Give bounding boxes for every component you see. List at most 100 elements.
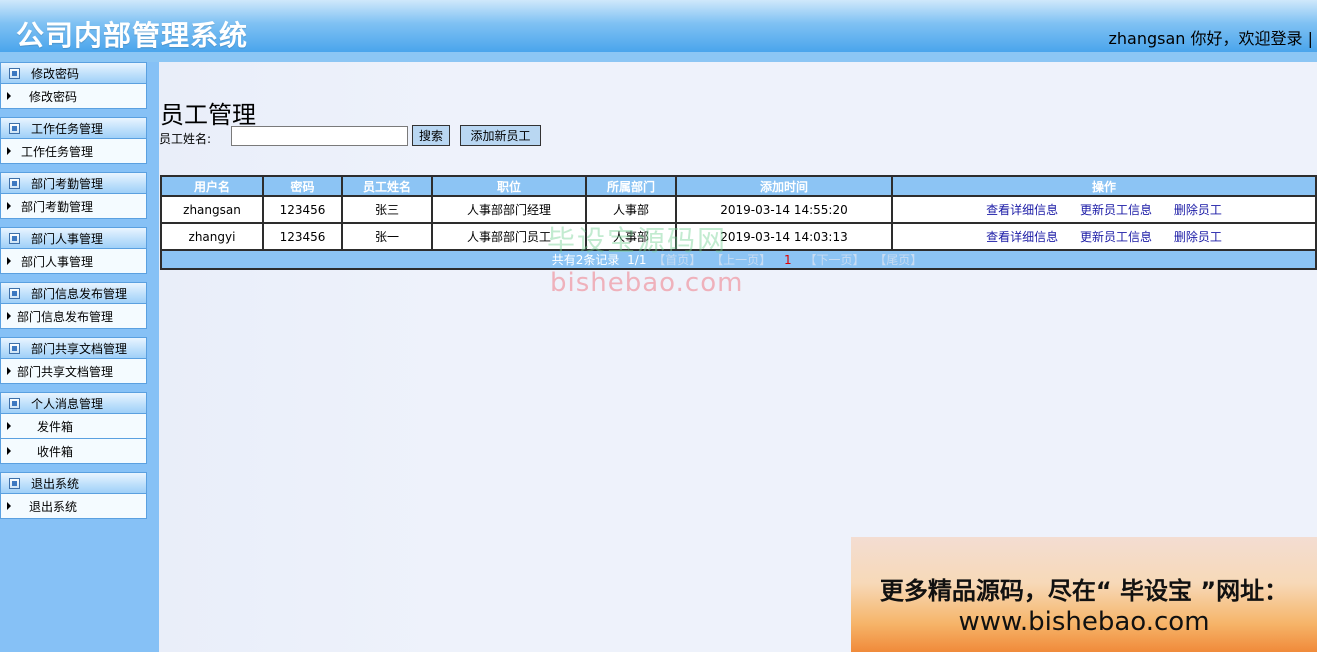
sidebar-item-attendance[interactable]: 部门考勤管理 — [0, 194, 147, 219]
cell-actions: 查看详细信息 更新员工信息 删除员工 — [891, 222, 1317, 251]
menu-header-messages[interactable]: 个人消息管理 — [0, 392, 147, 414]
sidebar-item-label: 收件箱 — [37, 444, 74, 459]
sidebar-item-label: 修改密码 — [29, 89, 78, 104]
next-page-link[interactable]: 【下一页】 — [804, 253, 864, 267]
menu-header-label: 退出系统 — [31, 476, 80, 491]
bullet-arrow-icon — [7, 422, 11, 430]
sidebar-item-info-publish[interactable]: 部门信息发布管理 — [0, 304, 147, 329]
view-details-link[interactable]: 查看详细信息 — [986, 203, 1058, 217]
menu-header-label: 工作任务管理 — [31, 121, 104, 136]
search-button[interactable]: 搜索 — [412, 125, 450, 146]
column-header-username: 用户名 — [160, 175, 264, 197]
bullet-arrow-icon — [7, 447, 11, 455]
watermark-en: bishebao.com — [550, 268, 744, 298]
cell-username: zhangsan — [160, 195, 264, 224]
sidebar-item-outbox[interactable]: 发件箱 — [0, 414, 147, 439]
watermark-cn: 毕设宝源码网 — [547, 224, 728, 257]
pager: 共有2条记录 1/1 【首页】 【上一页】 1 【下一页】 【尾页】 — [160, 249, 1317, 270]
sidebar-item-label: 发件箱 — [37, 419, 74, 434]
menu-header-work-tasks[interactable]: 工作任务管理 — [0, 117, 147, 139]
app-header: 公司内部管理系统 zhangsan 你好，欢迎登录 | — [0, 0, 1317, 52]
header-divider — [0, 52, 1317, 62]
bullet-arrow-icon — [7, 367, 11, 375]
menu-box-icon — [9, 67, 20, 79]
column-header-actions: 操作 — [891, 175, 1317, 197]
update-employee-link[interactable]: 更新员工信息 — [1080, 203, 1152, 217]
current-page-number: 1 — [783, 253, 792, 267]
cell-username: zhangyi — [160, 222, 264, 251]
sidebar-item-logout[interactable]: 退出系统 — [0, 494, 147, 519]
sidebar-item-label: 部门共享文档管理 — [17, 364, 114, 379]
menu-header-shared-docs[interactable]: 部门共享文档管理 — [0, 337, 147, 359]
sidebar-item-label: 部门考勤管理 — [21, 199, 94, 214]
ad-banner: 更多精品源码，尽在“ 毕设宝 ”网址： www.bishebao.com — [851, 537, 1317, 652]
bullet-arrow-icon — [7, 202, 11, 210]
ad-banner-url: www.bishebao.com — [958, 607, 1210, 637]
bullet-arrow-icon — [7, 502, 11, 510]
menu-header-label: 部门信息发布管理 — [31, 286, 128, 301]
search-label: 员工姓名: — [159, 132, 212, 146]
menu-header-logout[interactable]: 退出系统 — [0, 472, 147, 494]
sidebar-item-work-tasks[interactable]: 工作任务管理 — [0, 139, 147, 164]
bullet-arrow-icon — [7, 257, 11, 265]
menu-box-icon — [9, 342, 20, 354]
cell-employee-name: 张一 — [341, 222, 433, 251]
menu-header-info-publish[interactable]: 部门信息发布管理 — [0, 282, 147, 304]
sidebar-item-label: 工作任务管理 — [21, 144, 94, 159]
menu-box-icon — [9, 232, 20, 244]
cell-password: 123456 — [262, 195, 343, 224]
bullet-arrow-icon — [7, 312, 11, 320]
menu-group-work-tasks: 工作任务管理 工作任务管理 — [0, 117, 147, 164]
sidebar-item-personnel[interactable]: 部门人事管理 — [0, 249, 147, 274]
cell-employee-name: 张三 — [341, 195, 433, 224]
column-header-position: 职位 — [431, 175, 587, 197]
last-page-link[interactable]: 【尾页】 — [874, 253, 922, 267]
page-title: 员工管理 — [160, 101, 256, 129]
cell-password: 123456 — [262, 222, 343, 251]
sidebar-item-label: 退出系统 — [29, 499, 78, 514]
menu-box-icon — [9, 122, 20, 134]
menu-header-label: 个人消息管理 — [31, 396, 104, 411]
bullet-arrow-icon — [7, 147, 11, 155]
pager-row: 共有2条记录 1/1 【首页】 【上一页】 1 【下一页】 【尾页】 — [160, 249, 1317, 270]
employee-name-search-input[interactable] — [231, 126, 408, 146]
menu-header-attendance[interactable]: 部门考勤管理 — [0, 172, 147, 194]
sidebar-item-label: 部门信息发布管理 — [17, 309, 114, 324]
menu-header-label: 部门共享文档管理 — [31, 341, 128, 356]
app-title: 公司内部管理系统 — [16, 19, 249, 52]
update-employee-link[interactable]: 更新员工信息 — [1080, 230, 1152, 244]
sidebar-item-inbox[interactable]: 收件箱 — [0, 439, 147, 464]
delete-employee-link[interactable]: 删除员工 — [1174, 230, 1222, 244]
menu-box-icon — [9, 177, 20, 189]
sidebar-item-change-password[interactable]: 修改密码 — [0, 84, 147, 109]
menu-group-personnel: 部门人事管理 部门人事管理 — [0, 227, 147, 274]
delete-employee-link[interactable]: 删除员工 — [1174, 203, 1222, 217]
menu-group-shared-docs: 部门共享文档管理 部门共享文档管理 — [0, 337, 147, 384]
add-employee-button[interactable]: 添加新员工 — [460, 125, 541, 146]
menu-header-personnel[interactable]: 部门人事管理 — [0, 227, 147, 249]
cell-actions: 查看详细信息 更新员工信息 删除员工 — [891, 195, 1317, 224]
sidebar: 修改密码 修改密码 工作任务管理 工作任务管理 部门考勤管理 部门考勤管理 部门… — [0, 62, 159, 652]
column-header-added-time: 添加时间 — [675, 175, 893, 197]
menu-header-label: 部门人事管理 — [31, 231, 104, 246]
column-header-department: 所属部门 — [585, 175, 677, 197]
menu-header-change-password[interactable]: 修改密码 — [0, 62, 147, 84]
ad-banner-line1: 更多精品源码，尽在“ 毕设宝 ”网址： — [879, 577, 1289, 605]
menu-header-label: 修改密码 — [31, 66, 80, 81]
menu-group-messages: 个人消息管理 发件箱 收件箱 — [0, 392, 147, 464]
table-row: zhangyi 123456 张一 人事部部门员工 人事部 2019-03-14… — [160, 222, 1317, 251]
menu-header-label: 部门考勤管理 — [31, 176, 104, 191]
table-row: zhangsan 123456 张三 人事部部门经理 人事部 2019-03-1… — [160, 195, 1317, 224]
column-header-employee-name: 员工姓名 — [341, 175, 433, 197]
sidebar-item-shared-docs[interactable]: 部门共享文档管理 — [0, 359, 147, 384]
column-header-password: 密码 — [262, 175, 343, 197]
bullet-arrow-icon — [7, 92, 11, 100]
menu-group-info-publish: 部门信息发布管理 部门信息发布管理 — [0, 282, 147, 329]
sidebar-item-label: 部门人事管理 — [21, 254, 94, 269]
view-details-link[interactable]: 查看详细信息 — [986, 230, 1058, 244]
menu-group-logout: 退出系统 退出系统 — [0, 472, 147, 519]
menu-box-icon — [9, 477, 20, 489]
table-header-row: 用户名 密码 员工姓名 职位 所属部门 添加时间 操作 — [160, 175, 1317, 197]
menu-group-change-password: 修改密码 修改密码 — [0, 62, 147, 109]
user-greeting: zhangsan 你好，欢迎登录 | — [1108, 29, 1314, 48]
